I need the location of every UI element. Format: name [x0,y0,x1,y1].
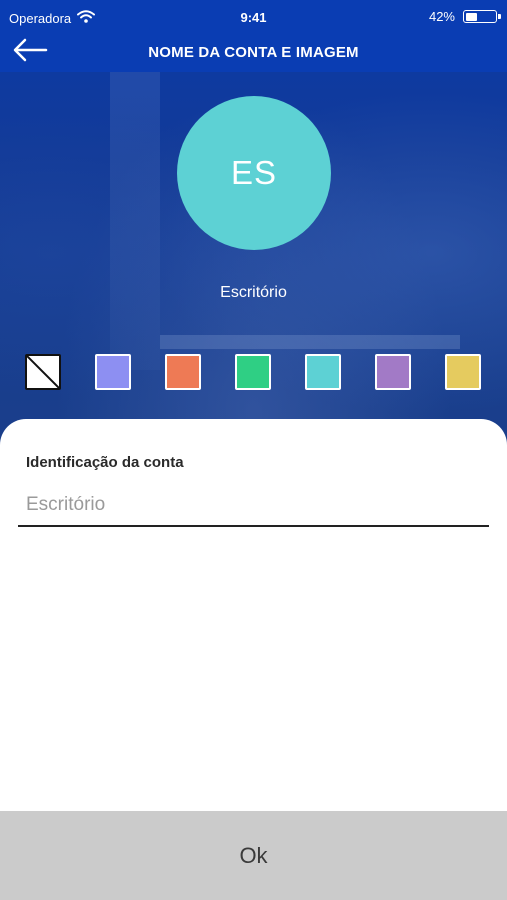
ok-button[interactable]: Ok [0,811,507,900]
swatch-yellow[interactable] [445,354,481,390]
battery-tip [498,14,501,19]
account-avatar[interactable]: ES [177,96,331,250]
background-decoration [160,335,460,349]
page-title: NOME DA CONTA E IMAGEM [148,44,359,61]
account-name-input[interactable] [18,485,489,527]
swatch-none[interactable] [25,354,61,390]
account-id-label: Identificação da conta [26,454,184,471]
battery-percent: 42% [428,9,455,24]
swatch-green[interactable] [235,354,271,390]
swatch-cyan[interactable] [305,354,341,390]
battery-level-fill [465,12,478,21]
battery-icon [463,10,501,23]
swatch-purple[interactable] [375,354,411,390]
navigation-bar: NOME DA CONTA E IMAGEM [0,36,507,72]
background-decoration [110,70,160,370]
swatch-orange[interactable] [165,354,201,390]
screen: Operadora 9:41 42% NOME DA CONTA E IMAGE… [0,0,507,900]
no-color-icon [27,356,59,388]
battery-group: 42% [428,9,501,24]
color-picker [25,354,485,394]
account-name: Escritório [220,284,287,301]
form-sheet: Identificação da conta [0,419,507,811]
avatar-initials: ES [230,154,278,191]
swatch-periwinkle[interactable] [95,354,131,390]
status-bar: Operadora 9:41 42% [0,0,507,36]
